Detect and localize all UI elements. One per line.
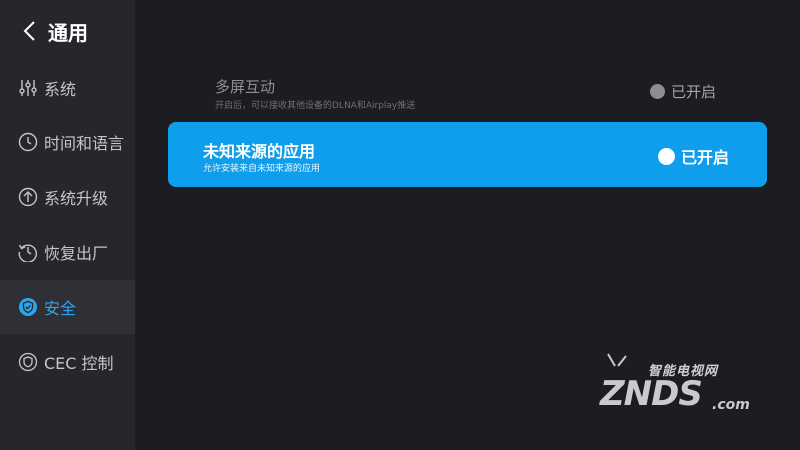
sidebar-item-label: 系统 [44,80,77,99]
sidebar-item-label: 时间和语言 [44,134,125,153]
restore-icon [18,244,38,262]
sidebar-item-label: CEC 控制 [44,354,114,373]
sidebar: 通用 系统 时间和语言 系统升级 恢复出厂 安全 CEC 控制 [0,0,135,450]
page-title: 通用 [48,20,88,45]
status-label: 已开启 [681,148,730,167]
setting-description: 开启后，可以接收其他设备的DLNA和Airplay推送 [215,101,416,111]
clock-icon [18,132,38,152]
setting-title: 多屏互动 [215,78,276,96]
setting-title: 未知来源的应用 [203,142,316,161]
tv-antenna-icon [607,353,627,367]
back-button[interactable]: 通用 [22,14,88,48]
status-dot-icon [650,84,665,99]
setting-status-toggle[interactable]: 已开启 [658,144,729,168]
cec-icon [18,352,38,372]
setting-unknown-sources[interactable]: 未知来源的应用 允许安装来自未知来源的应用 已开启 [168,122,767,187]
chevron-left-icon [23,21,35,41]
watermark-logo: 智能电视网 ZNDS .com [590,352,760,422]
upload-icon [18,187,38,207]
sidebar-item-label: 安全 [44,299,77,318]
sidebar-item-security[interactable]: 安全 [0,280,135,334]
sidebar-item-cec-control[interactable]: CEC 控制 [0,335,135,389]
sidebar-item-label: 系统升级 [44,189,109,208]
setting-multiscreen-interaction[interactable]: 多屏互动 开启后，可以接收其他设备的DLNA和Airplay推送 已开启 [168,68,767,116]
status-dot-icon [658,147,675,165]
sliders-icon [19,80,37,96]
sidebar-item-label: 恢复出厂 [44,244,109,263]
setting-status-toggle[interactable]: 已开启 [650,81,716,102]
sidebar-item-system[interactable]: 系统 [0,61,135,115]
shield-icon [19,298,37,316]
sidebar-item-factory-reset[interactable]: 恢复出厂 [0,225,135,279]
status-label: 已开启 [671,83,717,101]
sidebar-item-system-upgrade[interactable]: 系统升级 [0,170,135,224]
watermark-brand: ZNDS [600,374,703,414]
setting-description: 允许安装来自未知来源的应用 [203,164,321,174]
watermark-suffix: .com [712,397,750,413]
sidebar-item-time-language[interactable]: 时间和语言 [0,115,135,169]
